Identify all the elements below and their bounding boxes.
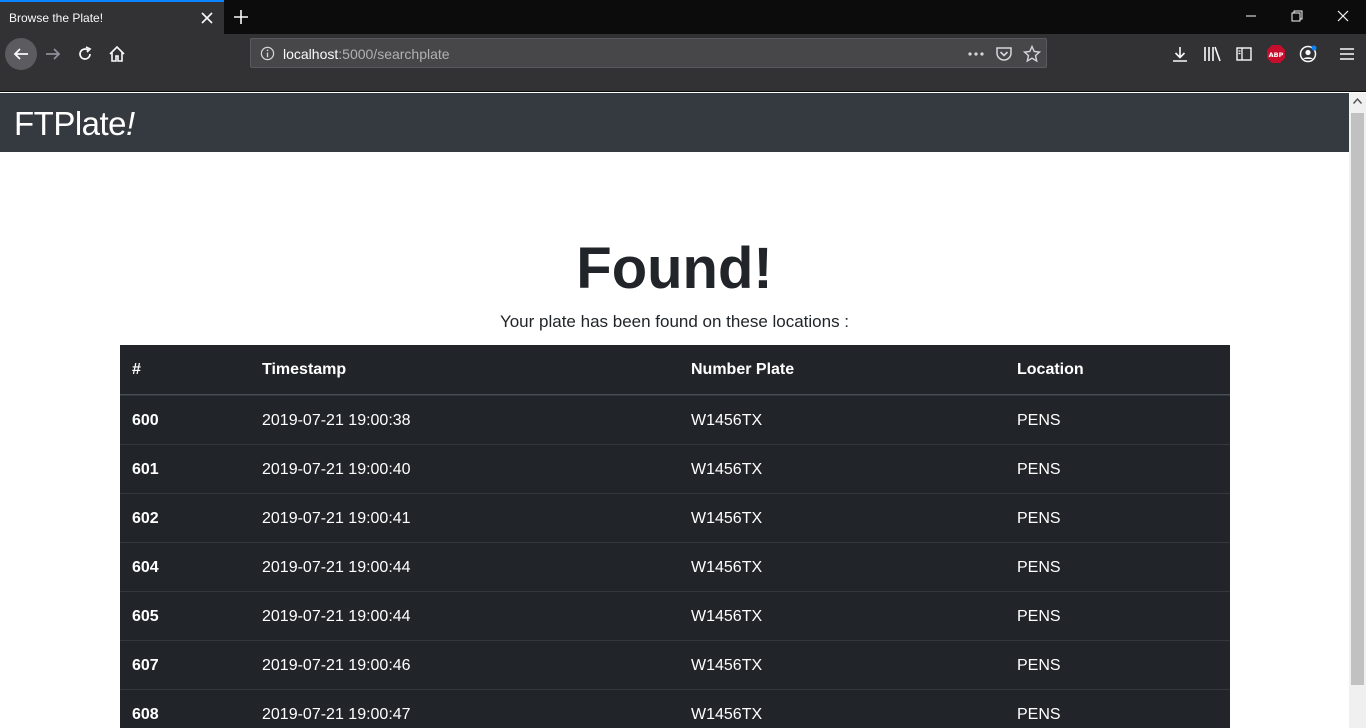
cell-number-plate: W1456TX	[691, 412, 763, 429]
forward-button[interactable]	[39, 40, 67, 68]
sidebar-icon[interactable]	[1230, 40, 1258, 68]
back-button[interactable]	[5, 38, 37, 70]
reload-button[interactable]	[71, 40, 99, 68]
brand-mark: !	[126, 105, 135, 142]
table-row: 607 2019-07-21 19:00:46 W1456TX PENS	[120, 640, 1230, 689]
cell-id: 608	[132, 706, 159, 723]
cell-id: 602	[132, 510, 159, 527]
cell-location: PENS	[1017, 657, 1061, 674]
tab-strip: Browse the Plate!	[0, 0, 1366, 34]
cell-number-plate: W1456TX	[691, 657, 763, 674]
cell-id: 601	[132, 461, 159, 478]
page-subtitle: Your plate has been found on these locat…	[499, 312, 850, 331]
vertical-scrollbar[interactable]	[1349, 93, 1366, 728]
cell-location: PENS	[1017, 608, 1061, 625]
adblock-icon[interactable]: ABP	[1262, 40, 1290, 68]
table-row: 601 2019-07-21 19:00:40 W1456TX PENS	[120, 444, 1230, 493]
minimize-window-icon[interactable]	[1228, 0, 1274, 32]
scroll-up-arrow-icon[interactable]	[1352, 97, 1363, 105]
account-icon[interactable]	[1294, 40, 1322, 68]
cell-location: PENS	[1017, 510, 1061, 527]
close-window-icon[interactable]	[1320, 0, 1366, 32]
column-header-timestamp: Timestamp	[262, 361, 347, 378]
page-actions-icon[interactable]	[966, 46, 986, 62]
active-tab[interactable]: Browse the Plate!	[0, 0, 224, 34]
home-button[interactable]	[103, 40, 131, 68]
cell-timestamp: 2019-07-21 19:00:46	[262, 657, 411, 674]
download-icon[interactable]	[1166, 40, 1194, 68]
info-icon[interactable]	[260, 46, 275, 61]
cell-number-plate: W1456TX	[691, 559, 763, 576]
column-header-number-plate: Number Plate	[691, 361, 795, 378]
cell-number-plate: W1456TX	[691, 510, 763, 527]
cell-timestamp: 2019-07-21 19:00:40	[262, 461, 411, 478]
url-bar[interactable]: localhost:5000/searchplate	[250, 38, 1047, 68]
url-path: :5000/searchplate	[338, 46, 450, 62]
cell-id: 607	[132, 657, 159, 674]
bookmark-star-icon[interactable]	[1023, 45, 1041, 63]
brand-name: FTPlate	[14, 105, 127, 142]
table-row: 608 2019-07-21 19:00:47 W1456TX PENS	[120, 689, 1230, 728]
page-content: FTPlate! Found! Your plate has been foun…	[0, 93, 1349, 728]
close-tab-icon[interactable]	[198, 9, 216, 27]
table-row: 602 2019-07-21 19:00:41 W1456TX PENS	[120, 493, 1230, 542]
page-title: Found!	[576, 236, 773, 301]
cell-id: 604	[132, 559, 159, 576]
cell-timestamp: 2019-07-21 19:00:38	[262, 412, 411, 429]
cell-timestamp: 2019-07-21 19:00:41	[262, 510, 411, 527]
cell-number-plate: W1456TX	[691, 706, 763, 723]
tab-title: Browse the Plate!	[9, 11, 104, 25]
cell-timestamp: 2019-07-21 19:00:44	[262, 559, 411, 576]
cell-timestamp: 2019-07-21 19:00:47	[262, 706, 411, 723]
cell-location: PENS	[1017, 412, 1061, 429]
brand-logo[interactable]: FTPlate!	[14, 105, 135, 143]
restore-window-icon[interactable]	[1274, 0, 1320, 32]
column-header-id: #	[132, 361, 141, 378]
menu-icon[interactable]	[1333, 40, 1361, 68]
table-row: 604 2019-07-21 19:00:44 W1456TX PENS	[120, 542, 1230, 591]
table-row: 600 2019-07-21 19:00:38 W1456TX PENS	[120, 395, 1230, 444]
url-host: localhost	[283, 46, 339, 62]
cell-number-plate: W1456TX	[691, 608, 763, 625]
pocket-icon[interactable]	[995, 45, 1013, 63]
table-row: 605 2019-07-21 19:00:44 W1456TX PENS	[120, 591, 1230, 640]
navigation-toolbar: localhost:5000/searchplate ABP	[0, 34, 1366, 92]
table-header-row: # Timestamp Number Plate Location	[120, 345, 1230, 395]
cell-number-plate: W1456TX	[691, 461, 763, 478]
new-tab-icon[interactable]	[231, 7, 251, 27]
svg-text:ABP: ABP	[1269, 51, 1284, 59]
library-icon[interactable]	[1198, 40, 1226, 68]
cell-id: 600	[132, 412, 159, 429]
url-text[interactable]: localhost:5000/searchplate	[283, 46, 450, 62]
site-navbar: FTPlate!	[0, 93, 1349, 152]
results-table: # Timestamp Number Plate Location 600 20…	[120, 345, 1230, 728]
cell-location: PENS	[1017, 559, 1061, 576]
cell-timestamp: 2019-07-21 19:00:44	[262, 608, 411, 625]
cell-location: PENS	[1017, 706, 1061, 723]
scrollbar-thumb[interactable]	[1351, 113, 1364, 685]
cell-id: 605	[132, 608, 159, 625]
cell-location: PENS	[1017, 461, 1061, 478]
column-header-location: Location	[1017, 361, 1084, 378]
